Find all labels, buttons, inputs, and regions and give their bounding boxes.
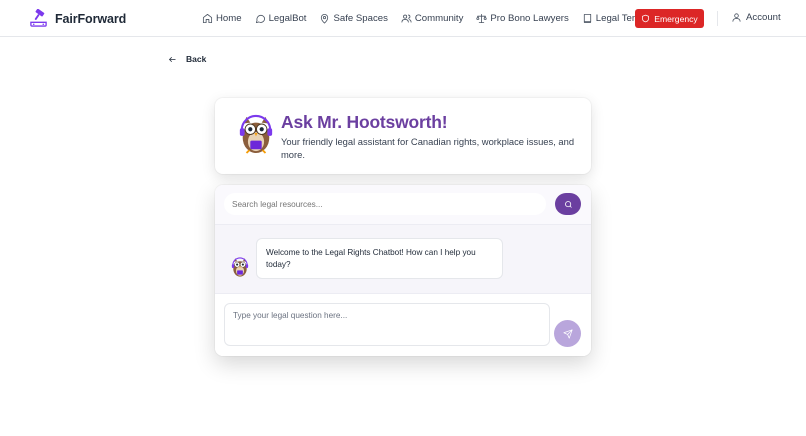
main-nav: Home LegalBot Safe Spaces Community Pro … [202, 0, 661, 37]
map-pin-icon [321, 14, 329, 24]
nav-item-legalbot[interactable]: LegalBot [255, 13, 307, 24]
top-navbar: FairForward Home LegalBot Safe Spaces Co… [0, 0, 806, 37]
nav-item-community[interactable]: Community [401, 13, 464, 24]
send-button[interactable] [554, 320, 581, 347]
scale-icon [476, 13, 488, 24]
bot-message: Welcome to the Legal Rights Chatbot! How… [256, 238, 503, 279]
account-label: Account [746, 12, 781, 23]
nav-item-label: Home [216, 13, 242, 24]
composer [215, 294, 591, 356]
emergency-button[interactable]: Emergency [635, 9, 704, 28]
search-input[interactable] [224, 193, 546, 215]
brand[interactable]: FairForward [29, 9, 126, 28]
hero-card: Ask Mr. Hootsworth! Your friendly legal … [215, 98, 591, 174]
hero-subtitle: Your friendly legal assistant for Canadi… [281, 136, 575, 160]
nav-item-safe-spaces[interactable]: Safe Spaces [319, 13, 388, 24]
back-button[interactable]: Back [168, 54, 206, 64]
search-icon [564, 200, 572, 208]
user-icon [732, 13, 741, 22]
question-input[interactable] [224, 303, 550, 346]
shield-icon [642, 14, 650, 23]
search-bar [215, 185, 591, 225]
hero-title: Ask Mr. Hootsworth! [281, 112, 448, 132]
chat-bubble-icon [255, 14, 265, 24]
nav-item-pro-bono-lawyers[interactable]: Pro Bono Lawyers [476, 13, 569, 24]
back-label: Back [186, 54, 207, 64]
nav-divider [717, 11, 718, 26]
account-button[interactable]: Account [731, 12, 781, 23]
book-icon [583, 13, 591, 24]
home-icon [202, 13, 213, 24]
gavel-logo-icon [30, 9, 47, 27]
owl-mascot-icon [239, 114, 273, 154]
nav-item-label: Pro Bono Lawyers [490, 13, 569, 24]
send-icon [562, 328, 573, 339]
users-icon [401, 14, 412, 23]
nav-item-home[interactable]: Home [202, 13, 242, 24]
emergency-label: Emergency [654, 13, 698, 24]
owl-avatar-icon [231, 257, 249, 277]
nav-item-label: Safe Spaces [333, 13, 388, 24]
nav-item-label: LegalBot [268, 13, 307, 24]
search-button[interactable] [555, 193, 581, 215]
nav-item-label: Community [414, 13, 464, 24]
message-list: Welcome to the Legal Rights Chatbot! How… [215, 225, 591, 294]
brand-name: FairForward [55, 11, 127, 26]
chat-panel: Welcome to the Legal Rights Chatbot! How… [215, 185, 591, 356]
arrow-left-icon [168, 56, 176, 62]
